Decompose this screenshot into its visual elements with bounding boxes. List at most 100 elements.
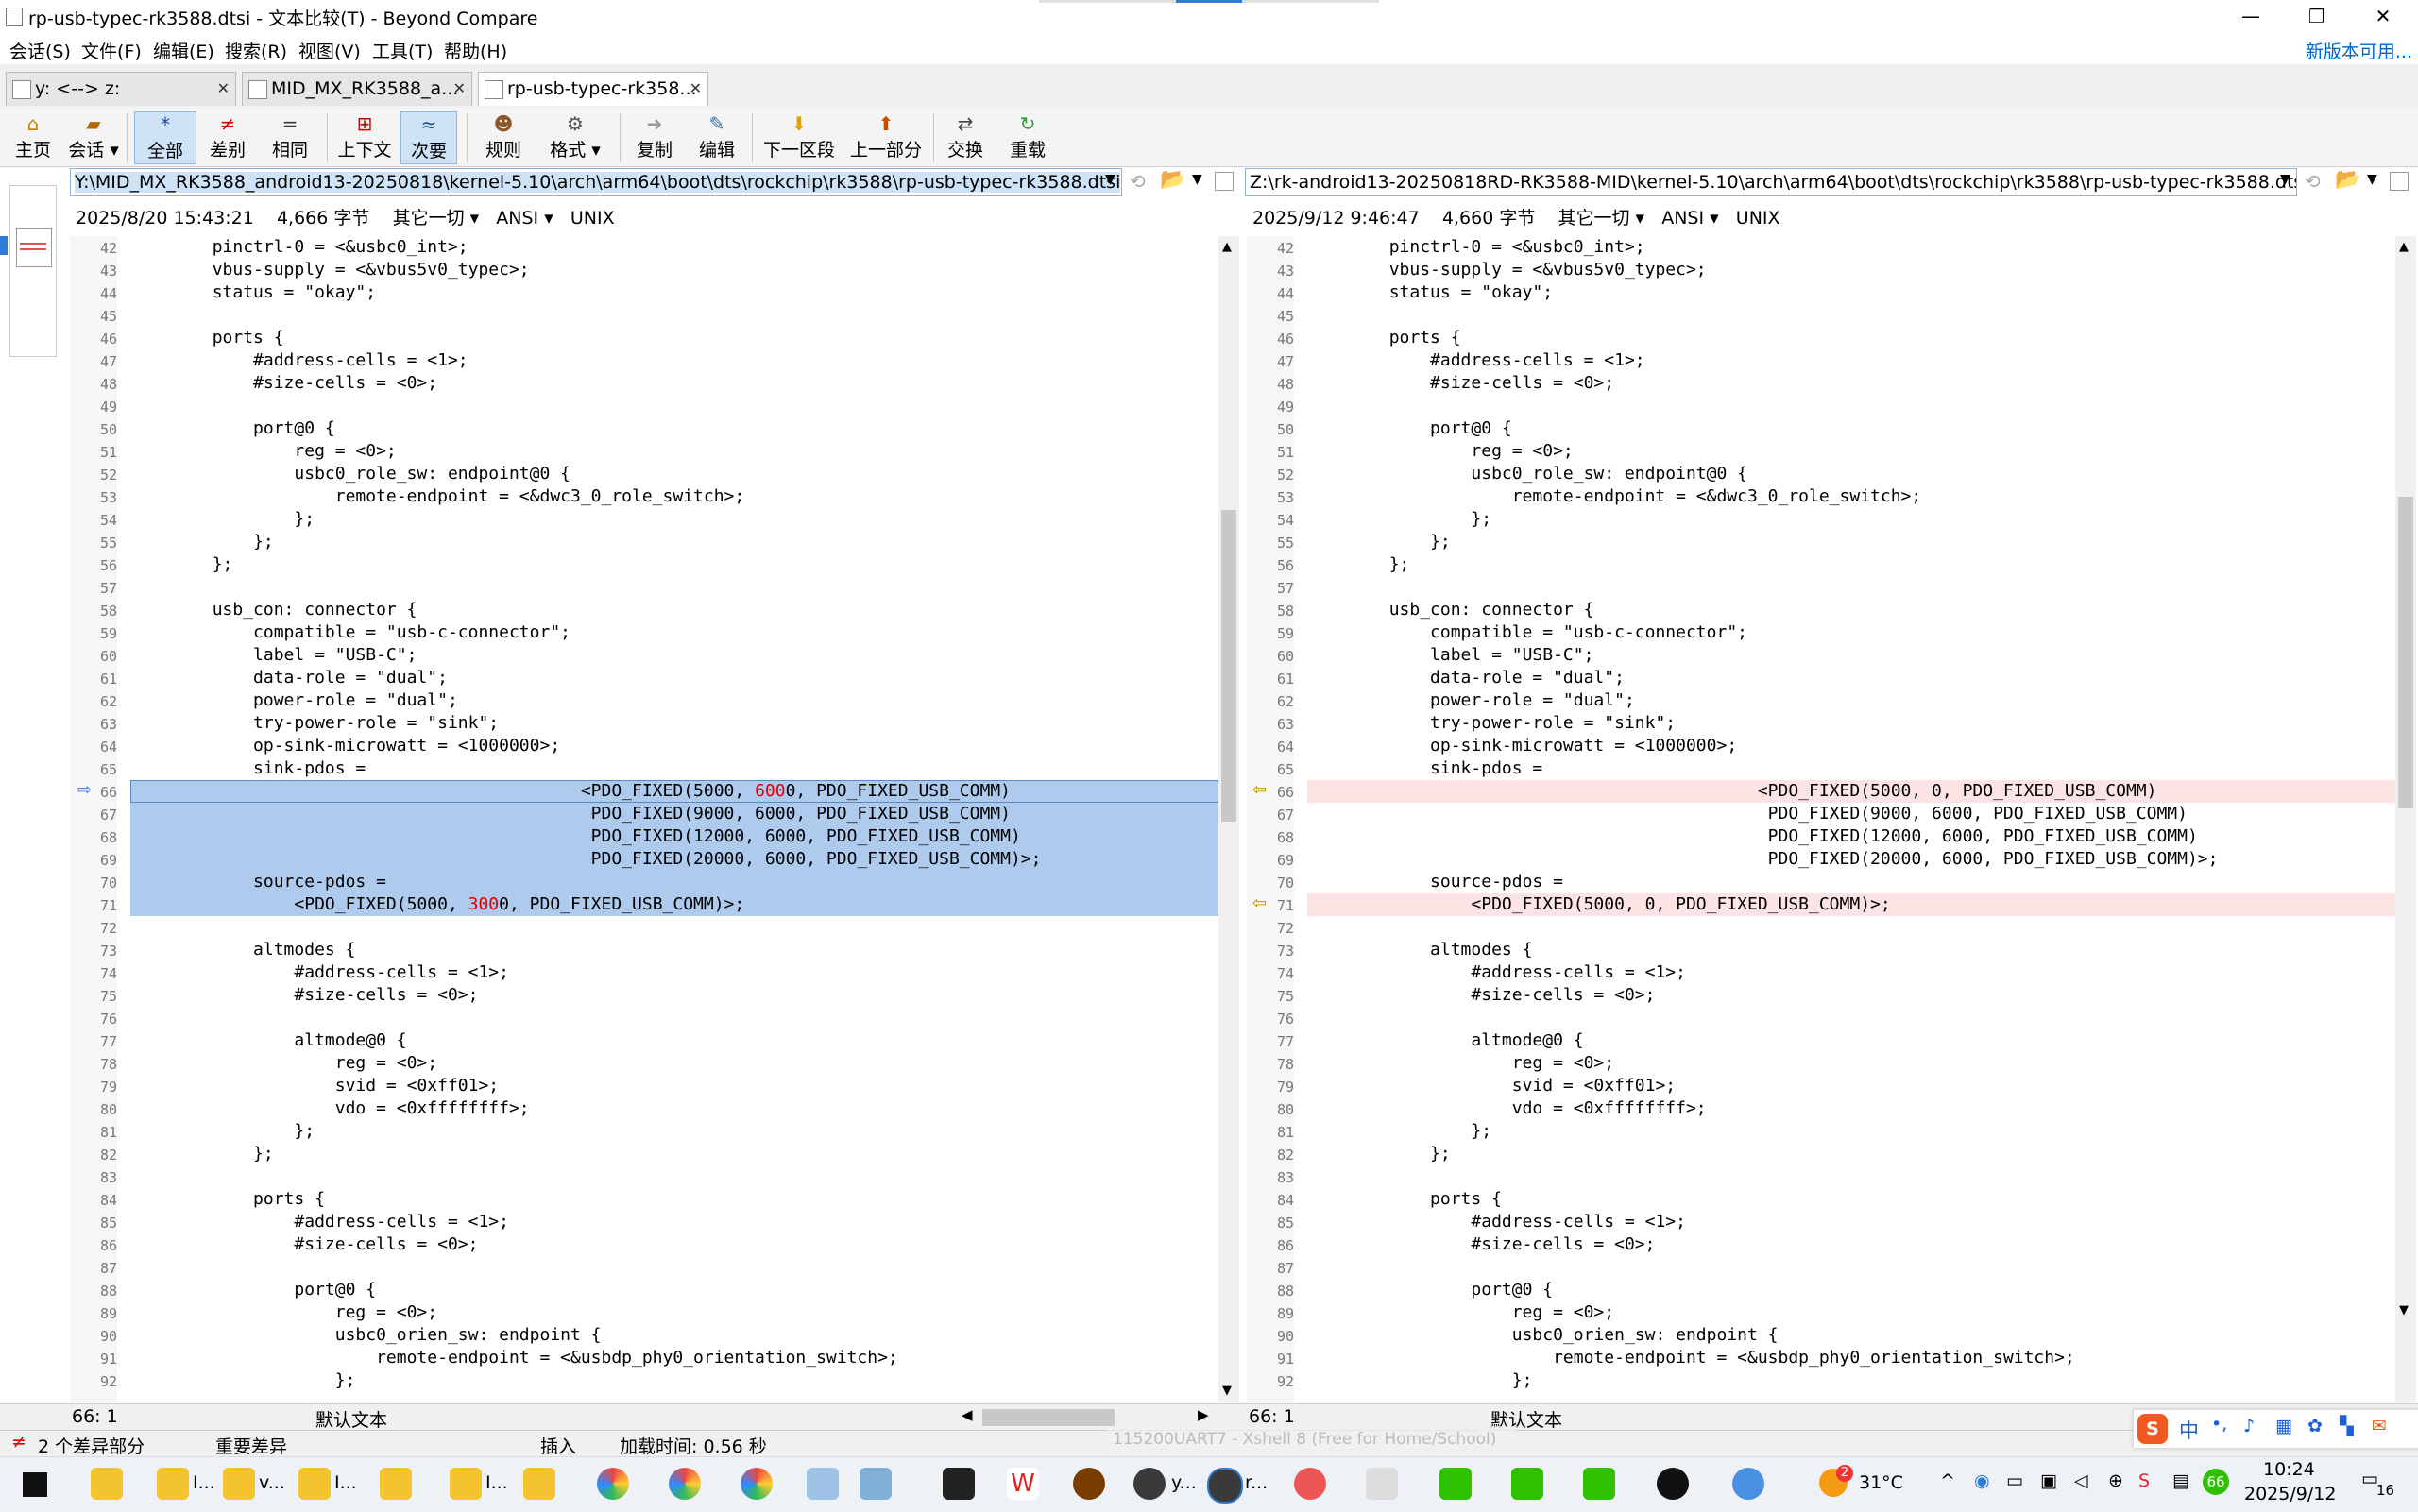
taskbar-item-label[interactable]: v... bbox=[259, 1472, 285, 1493]
code-line[interactable]: remote-endpoint = <&dwc3_0_role_switch>; bbox=[1307, 485, 2219, 508]
code-line[interactable]: #size-cells = <0>; bbox=[1307, 1233, 2219, 1256]
chrome-icon[interactable] bbox=[741, 1468, 773, 1500]
left-browse-dropdown-icon[interactable]: ▼ bbox=[1192, 172, 1202, 187]
ime-punct-icon[interactable]: •, bbox=[2211, 1414, 2227, 1435]
code-line[interactable]: power-role = "dual"; bbox=[1307, 689, 2219, 712]
diff-copy-arrow-icon[interactable]: ⇦ bbox=[1252, 893, 1267, 913]
taskbar-item-label[interactable]: r... bbox=[1245, 1472, 1268, 1493]
file-explorer-icon[interactable] bbox=[450, 1468, 482, 1500]
beyond-compare-active-icon[interactable] bbox=[1207, 1468, 1243, 1504]
code-line[interactable]: #address-cells = <1>; bbox=[130, 349, 1042, 372]
chat-icon[interactable] bbox=[1732, 1468, 1764, 1500]
left-code-text[interactable]: pinctrl-0 = <&usbc0_int>; vbus-supply = … bbox=[130, 236, 1042, 1392]
left-encoding[interactable]: ANSI ▾ bbox=[496, 208, 553, 229]
clock-time[interactable]: 10:24 bbox=[2263, 1459, 2315, 1480]
ime-skin-icon[interactable]: ✿ bbox=[2307, 1416, 2323, 1436]
minor-button[interactable]: ≈ 次要 bbox=[400, 111, 457, 164]
left-open-folder-icon[interactable]: 📂 bbox=[1160, 168, 1185, 192]
menu-tools[interactable]: 工具(T) bbox=[372, 38, 433, 63]
context-button[interactable]: ⊞ 上下文 bbox=[334, 111, 395, 164]
file-explorer-icon[interactable] bbox=[157, 1468, 189, 1500]
code-line[interactable]: data-role = "dual"; bbox=[130, 667, 1042, 689]
right-vertical-scrollbar[interactable]: ▲ ▼ bbox=[2395, 236, 2416, 1402]
code-line[interactable]: source-pdos = bbox=[1307, 871, 2219, 893]
code-line[interactable]: <PDO_FIXED(5000, 0, PDO_FIXED_USB_COMM)>… bbox=[1307, 893, 2219, 916]
file-explorer-icon[interactable] bbox=[223, 1468, 255, 1500]
ime-more-icon[interactable]: ✉ bbox=[2372, 1416, 2387, 1436]
code-line[interactable]: usb_con: connector { bbox=[130, 599, 1042, 621]
next-section-button[interactable]: ⬇ 下一区段 bbox=[761, 111, 837, 164]
rules-button[interactable]: ☻ 规则 bbox=[478, 111, 529, 164]
file-explorer-icon[interactable] bbox=[91, 1468, 123, 1500]
code-line[interactable] bbox=[130, 1007, 1042, 1029]
code-line[interactable]: #size-cells = <0>; bbox=[130, 984, 1042, 1007]
left-text-pane[interactable]: 42 43 44 45 46 47 48 49 50 51 52 53 54 55 56 57 58 59 60 61… bbox=[70, 236, 1218, 1402]
code-line[interactable] bbox=[130, 916, 1042, 939]
code-line[interactable] bbox=[1307, 1165, 2219, 1188]
taskbar-item-label[interactable]: I... bbox=[485, 1472, 508, 1493]
code-line[interactable]: vdo = <0xffffffff>; bbox=[130, 1097, 1042, 1120]
code-line[interactable]: svid = <0xff01>; bbox=[130, 1075, 1042, 1097]
code-line[interactable] bbox=[1307, 1007, 2219, 1029]
maximize-button[interactable]: ❐ bbox=[2284, 0, 2350, 32]
scroll-up-icon[interactable]: ▲ bbox=[1222, 240, 1232, 254]
ime-toolbar[interactable]: S 中 •, ♪ ▦ ✿ ▚ ✉ bbox=[2133, 1409, 2418, 1449]
code-line[interactable]: #size-cells = <0>; bbox=[1307, 984, 2219, 1007]
taskbar-item-label[interactable]: I... bbox=[334, 1472, 357, 1493]
code-line[interactable]: PDO_FIXED(12000, 6000, PDO_FIXED_USB_COM… bbox=[130, 825, 1042, 848]
code-line[interactable]: port@0 { bbox=[130, 1279, 1042, 1301]
code-line[interactable]: port@0 { bbox=[130, 417, 1042, 440]
terminal-icon[interactable] bbox=[943, 1468, 975, 1500]
code-line[interactable]: svid = <0xff01>; bbox=[1307, 1075, 2219, 1097]
tab-folder-compare-2[interactable]: MID_MX_RK3588_a... ✕ bbox=[242, 72, 472, 106]
code-line[interactable]: label = "USB-C"; bbox=[130, 644, 1042, 667]
code-line[interactable] bbox=[130, 1165, 1042, 1188]
right-history-icon[interactable]: ⟲ bbox=[2305, 170, 2321, 193]
code-line[interactable]: }; bbox=[130, 531, 1042, 553]
code-line[interactable] bbox=[130, 395, 1042, 417]
edit-button[interactable]: ✎ 编辑 bbox=[691, 111, 742, 164]
code-line[interactable]: <PDO_FIXED(5000, 3000, PDO_FIXED_USB_COM… bbox=[130, 893, 1042, 916]
tray-device-icon[interactable]: ▤ bbox=[2172, 1470, 2189, 1491]
code-line[interactable]: ports { bbox=[1307, 1188, 2219, 1211]
code-line[interactable]: }; bbox=[130, 1143, 1042, 1165]
tray-expand-icon[interactable]: ^ bbox=[1940, 1470, 1955, 1491]
wps-icon[interactable]: W bbox=[1007, 1468, 1039, 1500]
code-line[interactable]: #address-cells = <1>; bbox=[1307, 349, 2219, 372]
code-line[interactable]: usbc0_orien_sw: endpoint { bbox=[130, 1324, 1042, 1347]
file-explorer-icon[interactable] bbox=[523, 1468, 555, 1500]
tray-badge-icon[interactable]: 66 bbox=[2203, 1469, 2229, 1495]
menu-search[interactable]: 搜索(R) bbox=[225, 38, 287, 63]
code-line[interactable]: altmodes { bbox=[1307, 939, 2219, 961]
code-line[interactable]: }; bbox=[1307, 1369, 2219, 1392]
code-line[interactable]: power-role = "dual"; bbox=[130, 689, 1042, 712]
right-line-ending[interactable]: UNIX bbox=[1736, 208, 1780, 229]
code-line[interactable]: #size-cells = <0>; bbox=[130, 1233, 1042, 1256]
reload-button[interactable]: ↻ 重载 bbox=[1005, 111, 1050, 164]
file-explorer-icon[interactable] bbox=[298, 1468, 331, 1500]
code-line[interactable]: status = "okay"; bbox=[130, 281, 1042, 304]
code-line[interactable]: reg = <0>; bbox=[130, 1052, 1042, 1075]
left-path-input[interactable]: Y:\MID_MX_RK3588_android13-20250818\kern… bbox=[70, 168, 1122, 196]
right-path-dropdown-icon[interactable]: ▼ bbox=[2280, 172, 2290, 187]
right-open-folder-icon[interactable]: 📂 bbox=[2335, 168, 2360, 192]
tab-close-icon[interactable]: ✕ bbox=[453, 73, 466, 105]
code-line[interactable]: op-sink-microwatt = <1000000>; bbox=[130, 735, 1042, 757]
code-line[interactable]: altmode@0 { bbox=[1307, 1029, 2219, 1052]
left-compare-mode[interactable]: 其它一切 ▾ bbox=[393, 208, 480, 229]
diff-copy-arrow-icon[interactable]: ⇦ bbox=[1252, 780, 1267, 800]
sogou-icon[interactable]: S bbox=[2138, 1470, 2150, 1491]
ime-mode[interactable]: 中 bbox=[2179, 1416, 2199, 1444]
code-line[interactable]: pinctrl-0 = <&usbc0_int>; bbox=[1307, 236, 2219, 259]
code-line[interactable]: try-power-role = "sink"; bbox=[1307, 712, 2219, 735]
code-line[interactable]: <PDO_FIXED(5000, 0, PDO_FIXED_USB_COMM) bbox=[1307, 780, 2219, 803]
code-line[interactable] bbox=[1307, 395, 2219, 417]
tray-monitor-icon[interactable]: ▭ bbox=[2006, 1470, 2023, 1491]
taskbar-item-label[interactable]: I... bbox=[193, 1472, 215, 1493]
tray-app-icon[interactable]: ◉ bbox=[1974, 1470, 1990, 1491]
menu-edit[interactable]: 编辑(E) bbox=[153, 38, 214, 63]
left-path-dropdown-icon[interactable]: ▼ bbox=[1105, 172, 1115, 187]
left-scroll-thumb[interactable] bbox=[1221, 510, 1236, 822]
copy-button[interactable]: ➜ 复制 bbox=[629, 111, 680, 164]
left-vertical-scrollbar[interactable]: ▲ ▼ bbox=[1218, 236, 1239, 1402]
